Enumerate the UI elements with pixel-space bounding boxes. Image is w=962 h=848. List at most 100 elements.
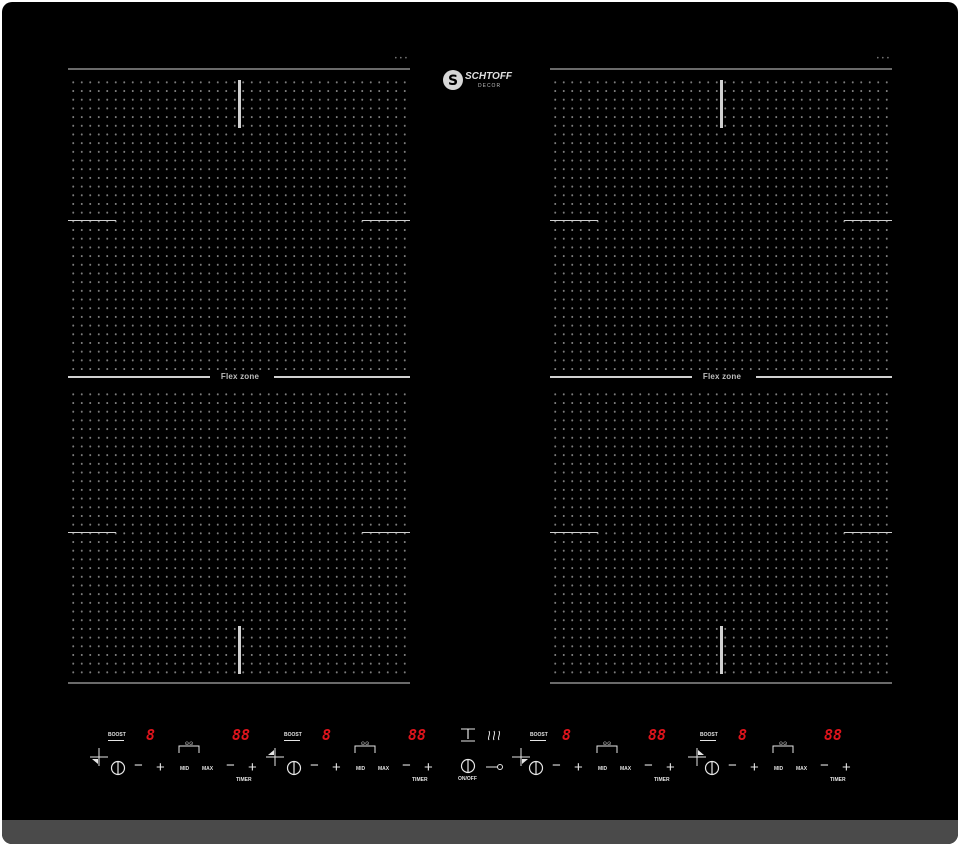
timer-plus-button[interactable]: + xyxy=(842,760,851,775)
right-zone-top-marker xyxy=(720,80,723,128)
power-plus-button[interactable]: + xyxy=(750,760,759,775)
boost-underline xyxy=(530,740,546,741)
boost-label[interactable]: BOOST xyxy=(108,732,126,738)
left-zone-marker-r2 xyxy=(362,532,410,533)
timer-minus-button[interactable]: − xyxy=(820,758,829,773)
timer-minus-button[interactable]: − xyxy=(644,758,653,773)
power-level-display: 8 xyxy=(322,726,332,744)
max-button[interactable]: MAX xyxy=(378,766,389,772)
max-button[interactable]: MAX xyxy=(796,766,807,772)
mid-button[interactable]: MID xyxy=(180,766,189,772)
right-zone-divider-left xyxy=(550,376,692,378)
left-flex-zone-label: Flex zone xyxy=(220,372,260,381)
power-plus-button[interactable]: + xyxy=(332,760,341,775)
timer-display: 88 xyxy=(648,726,667,744)
svg-text:⊙⊙: ⊙⊙ xyxy=(603,741,611,747)
timer-label: TIMER xyxy=(412,777,428,783)
right-zone-marker-l1 xyxy=(550,220,598,221)
right-zone-bottom-marker xyxy=(720,626,723,674)
power-icon[interactable] xyxy=(528,760,544,776)
boost-underline xyxy=(700,740,716,741)
zone-indicator-icon xyxy=(90,748,108,766)
bridge-icon: ⊙⊙ xyxy=(178,741,200,753)
max-button[interactable]: MAX xyxy=(202,766,213,772)
boost-label[interactable]: BOOST xyxy=(284,732,302,738)
keep-warm-icon[interactable] xyxy=(486,728,502,742)
pause-icon[interactable] xyxy=(460,728,476,742)
brand-sub: DECOR xyxy=(478,83,502,89)
right-zone-marker-r2 xyxy=(844,532,892,533)
on-off-power-icon[interactable] xyxy=(460,758,476,774)
svg-text:S: S xyxy=(448,73,458,89)
left-zone-bottom-edge xyxy=(68,682,410,684)
right-flex-zone[interactable]: Flex zone ••• xyxy=(550,56,892,686)
mid-button[interactable]: MID xyxy=(598,766,607,772)
zone-indicator-icon xyxy=(266,748,284,766)
svg-text:⊙⊙: ⊙⊙ xyxy=(361,741,369,747)
mid-button[interactable]: MID xyxy=(356,766,365,772)
power-minus-button[interactable]: − xyxy=(310,758,319,773)
left-zone-bottom-marker xyxy=(238,626,241,674)
right-zone-top-edge xyxy=(550,68,892,70)
right-zone-marker-l2 xyxy=(550,532,598,533)
control-group-2: BOOST 8 ⊙⊙ 88 − + MID MAX − + TIMER xyxy=(264,720,434,784)
on-off-label: ON/OFF xyxy=(458,776,477,782)
right-zone-bottom-edge xyxy=(550,682,892,684)
timer-display: 88 xyxy=(824,726,843,744)
timer-display: 88 xyxy=(232,726,251,744)
bridge-icon: ⊙⊙ xyxy=(354,741,376,753)
control-group-3: BOOST 8 ⊙⊙ 88 − + MID MAX − + TIMER xyxy=(510,720,680,784)
power-plus-button[interactable]: + xyxy=(574,760,583,775)
boost-underline xyxy=(108,740,124,741)
brand-logo: S SCHTOFF DECOR xyxy=(442,68,522,96)
timer-label: TIMER xyxy=(236,777,252,783)
brand-name: SCHTOFF xyxy=(465,71,513,82)
timer-minus-button[interactable]: − xyxy=(226,758,235,773)
svg-text:⊙⊙: ⊙⊙ xyxy=(185,741,193,747)
timer-plus-button[interactable]: + xyxy=(248,760,257,775)
control-group-4: BOOST 8 ⊙⊙ 88 − + MID MAX − + TIMER xyxy=(686,720,856,784)
bridge-icon: ⊙⊙ xyxy=(596,741,618,753)
power-level-display: 8 xyxy=(738,726,748,744)
left-zone-marker-l2 xyxy=(68,532,116,533)
timer-label: TIMER xyxy=(830,777,846,783)
svg-text:⊙⊙: ⊙⊙ xyxy=(779,741,787,747)
control-group-1: BOOST 8 ⊙⊙ 88 − + MID MAX − + TIMER xyxy=(88,720,258,784)
timer-display: 88 xyxy=(408,726,427,744)
left-zone-top-edge xyxy=(68,68,410,70)
power-level-display: 8 xyxy=(146,726,156,744)
right-zone-marker-r1 xyxy=(844,220,892,221)
boost-label[interactable]: BOOST xyxy=(530,732,548,738)
power-minus-button[interactable]: − xyxy=(728,758,737,773)
bottom-frame-strip xyxy=(2,820,958,844)
power-plus-button[interactable]: + xyxy=(156,760,165,775)
right-zone-divider-right xyxy=(756,376,892,378)
power-level-display: 8 xyxy=(562,726,572,744)
power-icon[interactable] xyxy=(110,760,126,776)
max-button[interactable]: MAX xyxy=(620,766,631,772)
bridge-icon: ⊙⊙ xyxy=(772,741,794,753)
left-zone-indicator-dots: ••• xyxy=(394,56,410,62)
power-minus-button[interactable]: − xyxy=(134,758,143,773)
power-icon[interactable] xyxy=(704,760,720,776)
left-zone-marker-l1 xyxy=(68,220,116,221)
brand-logo-icon: S xyxy=(443,70,463,90)
boost-label[interactable]: BOOST xyxy=(700,732,718,738)
power-minus-button[interactable]: − xyxy=(552,758,561,773)
lock-icon[interactable] xyxy=(486,762,504,772)
timer-plus-button[interactable]: + xyxy=(666,760,675,775)
boost-underline xyxy=(284,740,300,741)
power-icon[interactable] xyxy=(286,760,302,776)
left-zone-marker-r1 xyxy=(362,220,410,221)
center-controls: ON/OFF xyxy=(450,720,510,784)
left-zone-divider-left xyxy=(68,376,210,378)
left-zone-divider-right xyxy=(274,376,410,378)
timer-label: TIMER xyxy=(654,777,670,783)
left-zone-top-marker xyxy=(238,80,241,128)
timer-plus-button[interactable]: + xyxy=(424,760,433,775)
timer-minus-button[interactable]: − xyxy=(402,758,411,773)
left-flex-zone[interactable]: Flex zone ••• xyxy=(68,56,410,686)
cooktop-panel: S SCHTOFF DECOR Flex zone ••• Flex zone xyxy=(2,2,958,844)
right-flex-zone-label: Flex zone xyxy=(702,372,742,381)
mid-button[interactable]: MID xyxy=(774,766,783,772)
